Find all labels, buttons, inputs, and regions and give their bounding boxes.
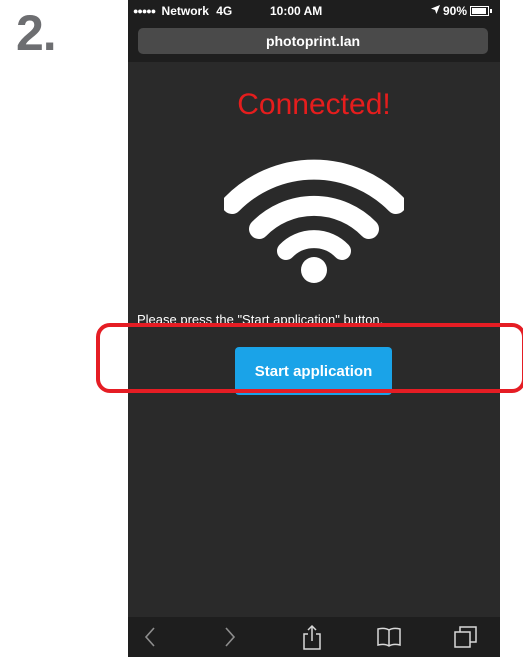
status-bar: ●●●●● Network 4G 10:00 AM 90%	[128, 0, 500, 22]
carrier-name: Network	[161, 4, 209, 18]
forward-chevron-icon	[223, 626, 237, 648]
status-battery-group: 90%	[430, 4, 492, 18]
battery-icon	[470, 6, 489, 16]
highlight-frame	[96, 323, 523, 393]
wifi-icon	[224, 159, 404, 283]
status-carrier-group: ●●●●● Network 4G	[133, 4, 232, 18]
tabs-icon	[453, 625, 479, 649]
step-number: 2.	[16, 5, 57, 61]
share-icon	[302, 624, 322, 650]
signal-strength-icon: ●●●●●	[133, 6, 156, 16]
status-time: 10:00 AM	[270, 4, 323, 18]
bookmarks-button[interactable]	[369, 617, 409, 657]
back-button[interactable]	[130, 617, 170, 657]
network-type: 4G	[216, 4, 233, 18]
address-bar[interactable]: photoprint.lan	[138, 28, 488, 54]
bookmarks-icon	[376, 626, 402, 648]
back-chevron-icon	[143, 626, 157, 648]
page-title: Connected!	[237, 88, 391, 121]
browser-toolbar	[128, 617, 500, 657]
battery-percent: 90%	[442, 4, 467, 18]
tabs-button[interactable]	[446, 617, 486, 657]
location-arrow-icon	[430, 5, 440, 17]
forward-button[interactable]	[210, 617, 250, 657]
share-button[interactable]	[292, 617, 332, 657]
battery-tip	[490, 9, 492, 13]
browser-address-area: photoprint.lan	[128, 22, 500, 62]
